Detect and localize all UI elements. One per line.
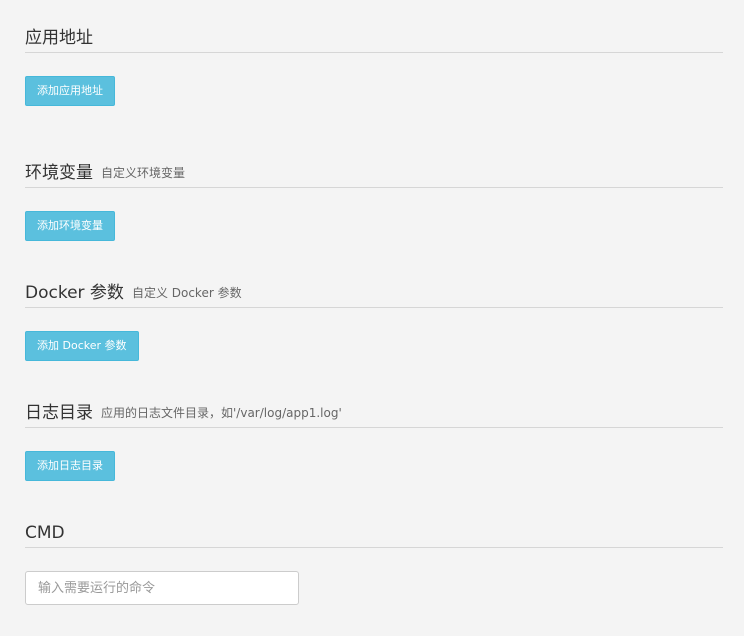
- add-log-dir-button[interactable]: 添加日志目录: [25, 451, 115, 481]
- app-address-header: 应用地址: [25, 23, 723, 53]
- app-address-title: 应用地址: [25, 27, 93, 48]
- cmd-header: CMD: [25, 518, 723, 548]
- docker-params-header: Docker 参数 自定义 Docker 参数: [25, 278, 723, 308]
- log-dirs-title: 日志目录: [25, 402, 93, 423]
- log-dirs-header: 日志目录 应用的日志文件目录，如'/var/log/app1.log': [25, 398, 723, 428]
- log-dirs-subtitle: 应用的日志文件目录，如'/var/log/app1.log': [101, 405, 342, 420]
- add-app-address-button[interactable]: 添加应用地址: [25, 76, 115, 106]
- env-vars-header: 环境变量 自定义环境变量: [25, 158, 723, 188]
- env-vars-subtitle: 自定义环境变量: [101, 165, 186, 180]
- env-vars-title: 环境变量: [25, 162, 93, 183]
- cmd-title: CMD: [25, 522, 65, 543]
- docker-params-subtitle: 自定义 Docker 参数: [131, 285, 242, 300]
- docker-params-title: Docker 参数: [25, 282, 124, 303]
- add-env-var-button[interactable]: 添加环境变量: [25, 211, 115, 241]
- cmd-input[interactable]: [25, 571, 299, 605]
- add-docker-param-button[interactable]: 添加 Docker 参数: [25, 331, 139, 361]
